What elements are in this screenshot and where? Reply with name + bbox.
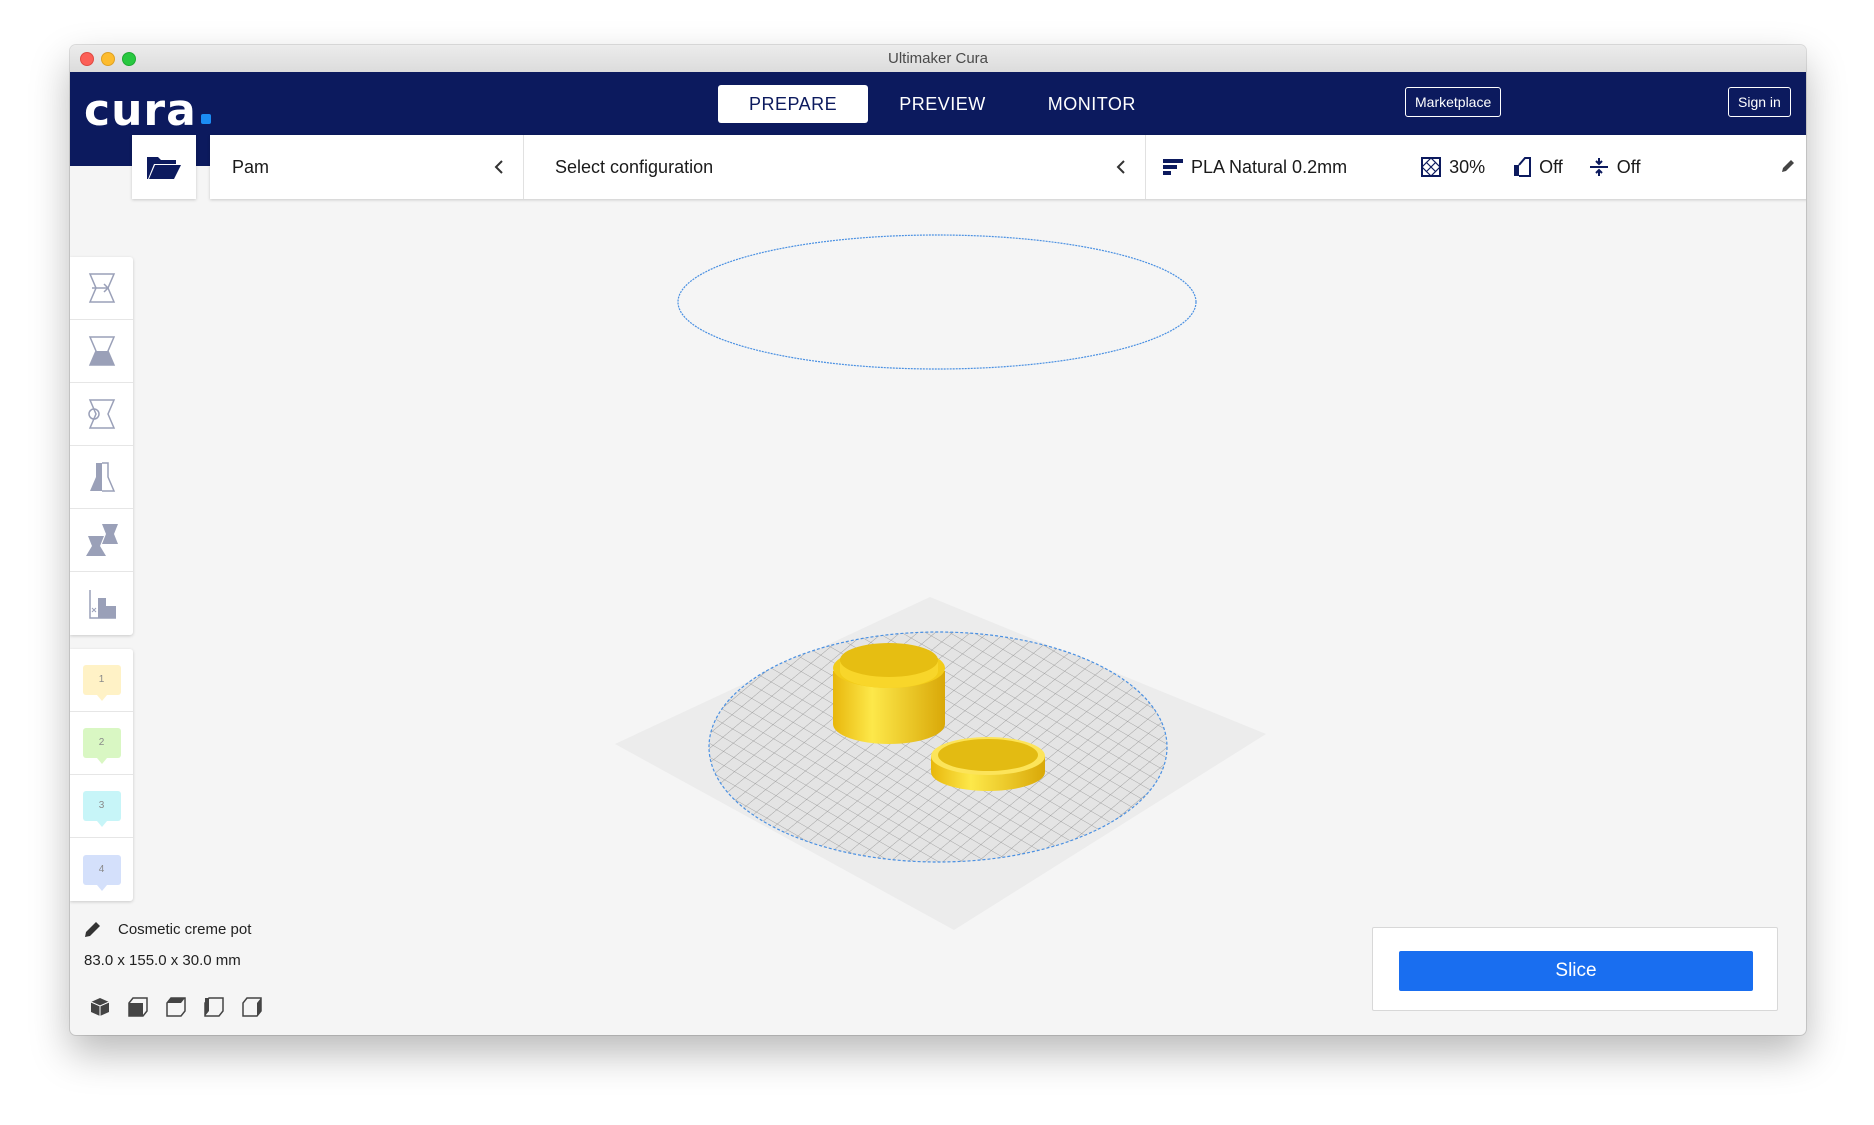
3d-view-icon: [90, 998, 110, 1016]
view-right-button[interactable]: [240, 995, 264, 1019]
tool-scale[interactable]: [70, 320, 133, 383]
extruder-tools: 1 2 3 4: [70, 649, 133, 901]
support-icon: [1514, 157, 1532, 177]
layer-height-icon: [1163, 159, 1183, 175]
tool-per-model-settings[interactable]: [70, 509, 133, 572]
extruder-1-badge: 1: [82, 665, 121, 701]
front-view-icon: [128, 997, 148, 1017]
printer-name: Pam: [232, 156, 270, 177]
object-name-row: Cosmetic creme pot: [84, 920, 251, 938]
adhesion-icon: [1589, 158, 1608, 176]
material-setting: PLA Natural 0.2mm: [1163, 157, 1347, 178]
configuration-selector[interactable]: Select configuration: [523, 135, 1145, 199]
adhesion-setting: Off: [1589, 156, 1641, 178]
left-toolbar: 1 2 3 4: [70, 257, 133, 901]
open-file-button[interactable]: [132, 135, 196, 199]
build-volume-top-outline: [677, 234, 1197, 370]
material-profile: PLA Natural 0.2mm: [1191, 156, 1348, 177]
extruder-2-button[interactable]: 2: [70, 712, 133, 775]
configuration-label: Select configuration: [555, 156, 714, 177]
tool-move[interactable]: [70, 257, 133, 320]
extruder-3-button[interactable]: 3: [70, 775, 133, 838]
pot-lid-model: [931, 737, 1045, 791]
chevron-left-icon: [1116, 160, 1125, 174]
3d-viewport[interactable]: [70, 166, 1806, 1035]
pot-body-model: [833, 643, 945, 744]
scale-icon: [88, 336, 115, 366]
cura-logo: cura: [84, 85, 197, 136]
infill-icon: [1421, 157, 1442, 177]
title-bar: Ultimaker Cura: [70, 45, 1806, 73]
top-view-icon: [166, 997, 186, 1017]
extruder-4-button[interactable]: 4: [70, 838, 133, 901]
support-blocker-icon: [88, 589, 116, 619]
view-top-button[interactable]: [164, 995, 188, 1019]
slice-panel: Slice: [1372, 927, 1778, 1011]
infill-value: 30%: [1449, 156, 1486, 177]
move-icon: [88, 273, 115, 303]
tab-preview[interactable]: PREVIEW: [868, 85, 1017, 123]
transform-tools: [70, 257, 133, 635]
rotate-icon: [87, 399, 115, 429]
tool-support-blocker[interactable]: [70, 572, 133, 635]
logo-dot: [201, 114, 211, 124]
pencil-icon[interactable]: [1780, 158, 1796, 174]
mirror-icon: [89, 462, 115, 492]
app-window: Ultimaker Cura cura PREPARE PREVIEW MONI…: [70, 45, 1806, 1035]
object-name: Cosmetic creme pot: [118, 920, 252, 938]
tool-mirror[interactable]: [70, 446, 133, 509]
support-value: Off: [1539, 156, 1563, 177]
pencil-icon[interactable]: [84, 920, 102, 938]
extruder-4-badge: 4: [82, 854, 121, 891]
marketplace-button[interactable]: Marketplace: [1405, 87, 1502, 117]
extruder-2-badge: 2: [82, 728, 121, 764]
print-settings-selector[interactable]: PLA Natural 0.2mm 30% Off Off: [1145, 135, 1806, 199]
support-setting: Off: [1511, 157, 1563, 178]
left-view-icon: [204, 997, 224, 1017]
tab-monitor[interactable]: MONITOR: [1017, 85, 1167, 123]
slice-button[interactable]: Slice: [1399, 951, 1753, 991]
object-dimensions: 83.0 x 155.0 x 30.0 mm: [84, 952, 241, 969]
sign-in-button[interactable]: Sign in: [1728, 87, 1791, 117]
folder-open-icon: [147, 157, 181, 179]
printer-selector[interactable]: Pam: [210, 135, 523, 199]
view-3d-button[interactable]: [88, 995, 112, 1019]
extruder-3-badge: 3: [82, 791, 121, 827]
print-setup-bar: Pam Select configuration PLA Natural 0.2…: [210, 135, 1806, 199]
window-title: Ultimaker Cura: [887, 50, 989, 67]
right-view-icon: [242, 997, 262, 1017]
adhesion-value: Off: [1616, 156, 1641, 177]
camera-view-buttons: [88, 995, 278, 1019]
object-info: Cosmetic creme pot 83.0 x 155.0 x 30.0 m…: [84, 920, 251, 970]
tool-rotate[interactable]: [70, 383, 133, 446]
chevron-left-icon: [494, 160, 503, 174]
extruder-1-button[interactable]: 1: [70, 649, 133, 712]
per-model-settings-icon: [85, 524, 118, 556]
view-left-button[interactable]: [202, 995, 226, 1019]
view-front-button[interactable]: [126, 995, 150, 1019]
tab-prepare[interactable]: PREPARE: [718, 85, 869, 123]
infill-setting: 30%: [1421, 157, 1485, 178]
stage-tabs: PREPARE PREVIEW MONITOR: [718, 85, 1167, 123]
